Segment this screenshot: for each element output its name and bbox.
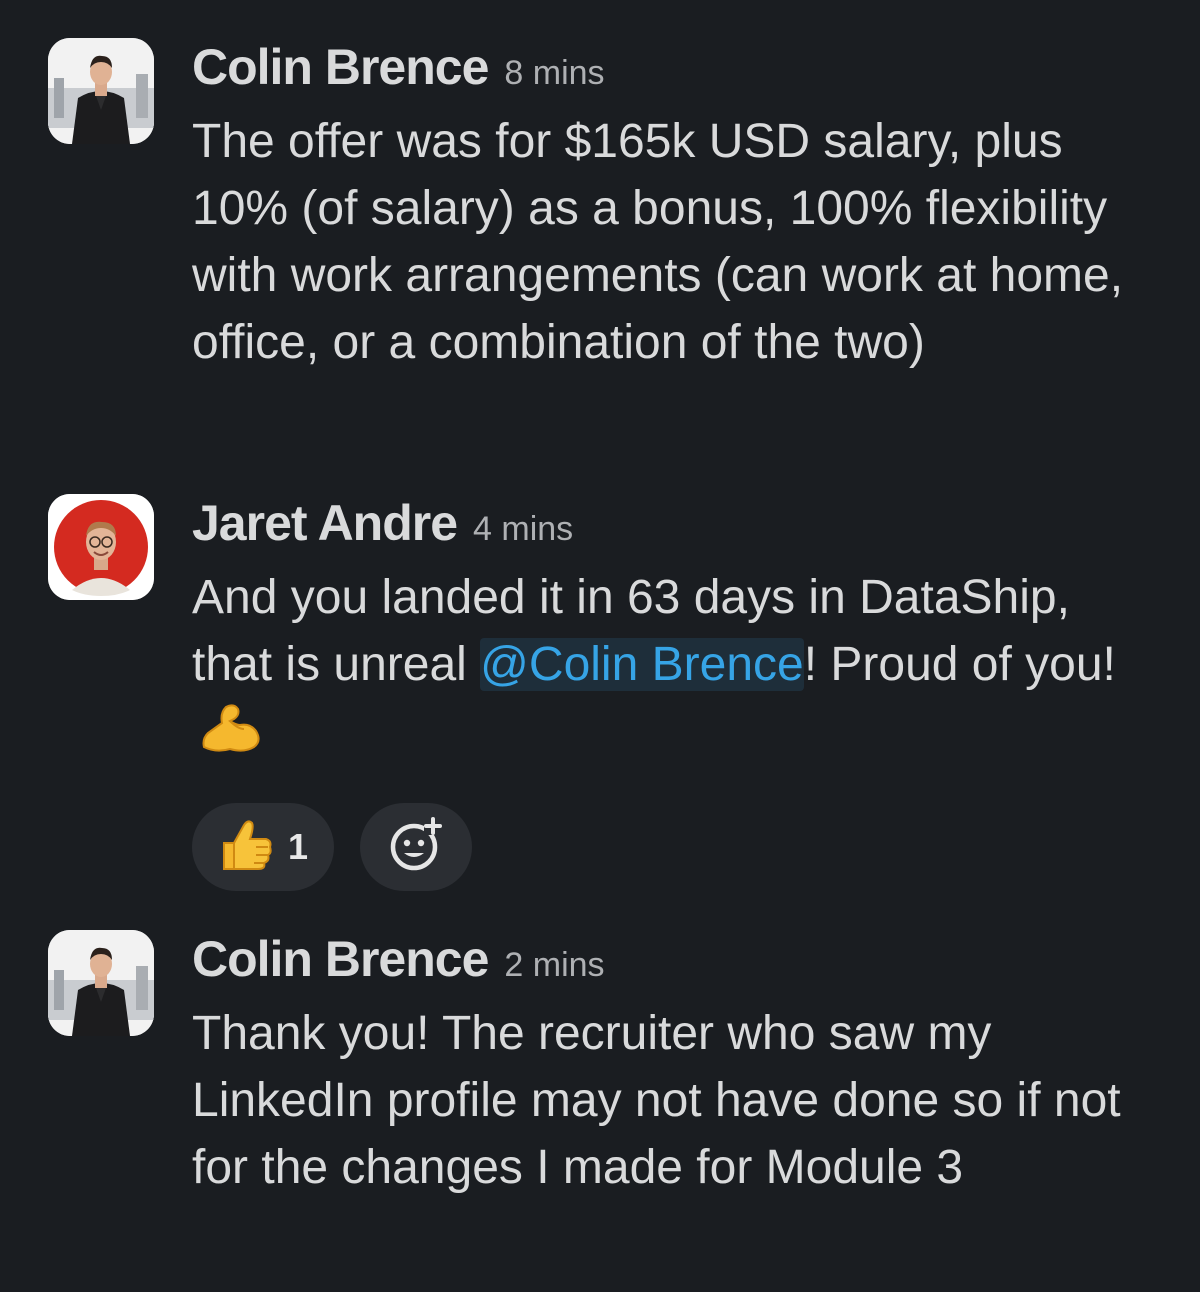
message-timestamp[interactable]: 2 mins bbox=[504, 946, 604, 985]
author-name[interactable]: Colin Brence bbox=[192, 38, 489, 96]
flexed-biceps-icon bbox=[200, 703, 262, 771]
add-reaction-icon bbox=[386, 815, 446, 880]
avatar[interactable] bbox=[48, 930, 154, 1036]
author-name[interactable]: Colin Brence bbox=[192, 930, 489, 988]
thumbs-up-icon bbox=[218, 817, 274, 878]
message-text: And you landed it in 63 days in DataShip… bbox=[192, 564, 1162, 771]
avatar[interactable] bbox=[48, 38, 154, 144]
user-mention[interactable]: @Colin Brence bbox=[480, 638, 804, 691]
add-reaction-button[interactable] bbox=[360, 803, 473, 891]
message-text-part: ! Proud of you! bbox=[803, 638, 1116, 691]
message-timestamp[interactable]: 4 mins bbox=[473, 510, 573, 549]
message-text: The offer was for $165k USD salary, plus… bbox=[192, 115, 1124, 369]
reactions-bar: 1 bbox=[192, 803, 1162, 891]
message-text: Thank you! The recruiter who saw my Link… bbox=[192, 1007, 1121, 1194]
message-timestamp[interactable]: 8 mins bbox=[504, 54, 604, 93]
avatar[interactable] bbox=[48, 494, 154, 600]
author-name[interactable]: Jaret Andre bbox=[192, 494, 458, 552]
colin-avatar-image bbox=[48, 930, 154, 1036]
jaret-avatar-image bbox=[48, 494, 154, 600]
reaction-count: 1 bbox=[288, 826, 309, 867]
reaction-thumbs-up[interactable]: 1 bbox=[192, 803, 335, 891]
colin-avatar-image bbox=[48, 38, 154, 144]
